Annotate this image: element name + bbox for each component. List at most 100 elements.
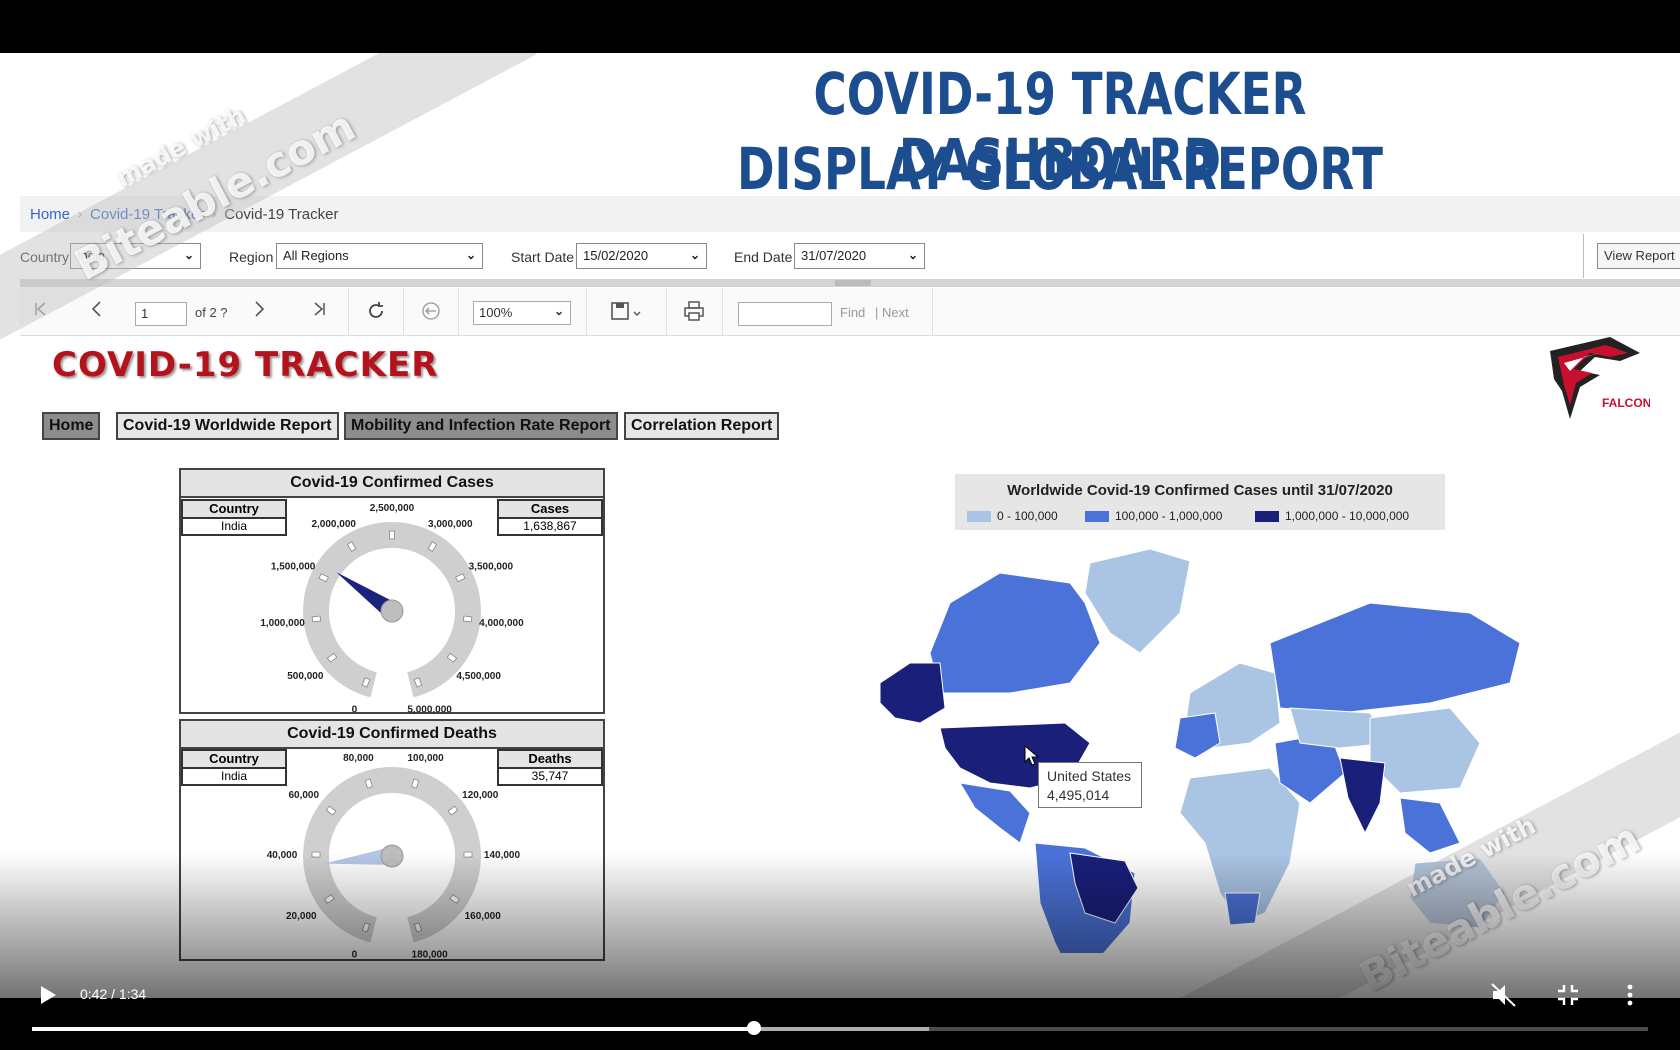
print-icon[interactable] (683, 300, 705, 327)
end-date-select[interactable]: 31/07/2020 ⌄ (794, 243, 925, 269)
gauge-tick-label: 80,000 (343, 753, 374, 764)
end-date-value: 31/07/2020 (801, 248, 867, 263)
tooltip-country: United States (1047, 768, 1132, 784)
report-toolbar: 1 of 2 ? 100% ⌄ Find | Next (20, 288, 1680, 336)
gauge-tick-label: 0 (352, 950, 358, 961)
gauge-tick-label: 2,000,000 (311, 519, 356, 530)
end-date-label: End Date (734, 249, 793, 265)
deaths-value: 35,747 (531, 769, 569, 783)
gauge-tick-label: 4,500,000 (456, 671, 501, 682)
map-russia (1269, 602, 1521, 714)
nav-correlation-report-button[interactable]: Correlation Report (624, 412, 780, 440)
chevron-down-icon: ⌄ (907, 248, 918, 262)
region-label: Region (229, 249, 274, 265)
refresh-icon[interactable] (365, 300, 387, 327)
mute-icon[interactable] (1490, 982, 1518, 1008)
start-date-value: 15/02/2020 (583, 248, 649, 263)
toolbar-separator (348, 288, 349, 336)
find-button[interactable]: Find (840, 305, 865, 320)
gauge-tick-label: 140,000 (484, 850, 521, 861)
chevron-down-icon: ⌄ (689, 248, 700, 262)
legend-swatch-mid (1085, 510, 1109, 522)
gauge-tick-label: 5,000,000 (407, 705, 452, 714)
zoom-select[interactable]: 100% ⌄ (473, 301, 571, 325)
page-number-input[interactable]: 1 (135, 302, 187, 326)
gauge-tick (311, 615, 322, 623)
map-tooltip: United States 4,495,014 (1038, 762, 1142, 808)
gauge-tick-label: 20,000 (286, 911, 317, 922)
play-icon[interactable] (38, 984, 58, 1006)
map-legend: Worldwide Covid-19 Confirmed Cases until… (955, 474, 1445, 530)
start-date-label: Start Date (511, 249, 575, 265)
gauge-tick-label: 2,500,000 (370, 503, 415, 514)
gauge-tick-label: 1,000,000 (260, 618, 305, 629)
map-mexico (959, 782, 1031, 844)
legend-swatch-high (1255, 510, 1279, 522)
video-frame: COVID-19 TRACKER DASHBOARD DISPLAY GLOBA… (0, 53, 1680, 998)
confirmed-deaths-gauge-panel: Covid-19 Confirmed Deaths 0 20,000 40,000 6… (179, 719, 605, 961)
chevron-down-icon: ⌄ (465, 248, 476, 262)
map-alaska (879, 662, 946, 724)
toolbar-separator (403, 288, 404, 336)
map-title: Worldwide Covid-19 Confirmed Cases until… (1007, 482, 1393, 499)
toolbar-separator (666, 288, 667, 336)
map-india (1339, 757, 1386, 835)
gauge-tick-label: 3,000,000 (428, 519, 473, 530)
legend-item-mid: 100,000 - 1,000,000 (1085, 509, 1222, 523)
back-icon[interactable] (420, 300, 442, 327)
exit-fullscreen-icon[interactable] (1556, 983, 1580, 1007)
gauge-tick-label: 160,000 (465, 911, 502, 922)
nav-home-button[interactable]: Home (42, 412, 101, 440)
country-value: India (220, 519, 248, 533)
legend-swatch-low (967, 510, 991, 522)
video-top-bar (0, 0, 1680, 53)
map-china (1369, 707, 1481, 794)
map-canada (929, 572, 1101, 694)
progress-scrubber[interactable] (747, 1021, 762, 1035)
more-options-icon[interactable] (1624, 983, 1636, 1007)
gauge-tick-label: 0 (352, 705, 358, 714)
country-header: Country (183, 751, 285, 769)
gauge-hub (380, 599, 404, 623)
prev-page-icon[interactable] (88, 300, 106, 323)
start-date-select[interactable]: 15/02/2020 ⌄ (576, 243, 707, 269)
next-page-icon[interactable] (250, 300, 268, 323)
gauge-hub (380, 844, 404, 868)
view-report-button[interactable]: View Report (1597, 243, 1680, 269)
splitter-handle[interactable] (835, 280, 871, 286)
country-header: Country (183, 501, 285, 519)
deaths-header: Deaths (499, 751, 601, 769)
chevron-down-icon: ⌄ (183, 248, 194, 262)
time-readout: 0:42 / 1:34 (80, 986, 147, 1002)
gauge-tick-label: 1,500,000 (271, 561, 316, 572)
cases-header: Cases (499, 501, 601, 519)
save-icon[interactable] (610, 300, 644, 327)
toolbar-separator (458, 288, 459, 336)
logo-text: FALCON (1602, 396, 1650, 410)
region-select-value: All Regions (283, 248, 349, 263)
breadcrumb: Home › Covid-19 Tracker › Covid-19 Track… (20, 196, 1680, 232)
chevron-down-icon: ⌄ (553, 304, 564, 318)
toolbar-separator (586, 288, 587, 336)
nav-worldwide-report-button[interactable]: Covid-19 Worldwide Report (116, 412, 339, 440)
last-page-icon[interactable] (310, 300, 328, 323)
region-select[interactable]: All Regions ⌄ (276, 243, 483, 269)
toolbar-separator (932, 288, 933, 336)
gauge-tick (311, 851, 321, 858)
legend-item-high: 1,000,000 - 10,000,000 (1255, 509, 1409, 523)
deaths-country-box: Country India (181, 749, 287, 786)
divider (1583, 234, 1584, 278)
toolbar-separator (722, 288, 723, 336)
report-parameters: Country India ⌄ Region All Regions ⌄ Sta… (20, 234, 1680, 278)
map-south-africa (1224, 892, 1261, 926)
legend-label-high: 1,000,000 - 10,000,000 (1285, 509, 1410, 523)
find-input[interactable] (738, 302, 832, 326)
gauge-tick-label: 3,500,000 (469, 561, 514, 572)
headline-line-2: DISPLAY GLOBAL REPORT (736, 135, 1384, 203)
nav-mobility-report-button[interactable]: Mobility and Infection Rate Report (344, 412, 618, 440)
zoom-value: 100% (479, 305, 513, 320)
progress-played (32, 1027, 755, 1031)
find-next-button[interactable]: | Next (875, 305, 909, 320)
gauge-tick-label: 60,000 (288, 790, 319, 801)
gauge-tick (389, 530, 395, 540)
